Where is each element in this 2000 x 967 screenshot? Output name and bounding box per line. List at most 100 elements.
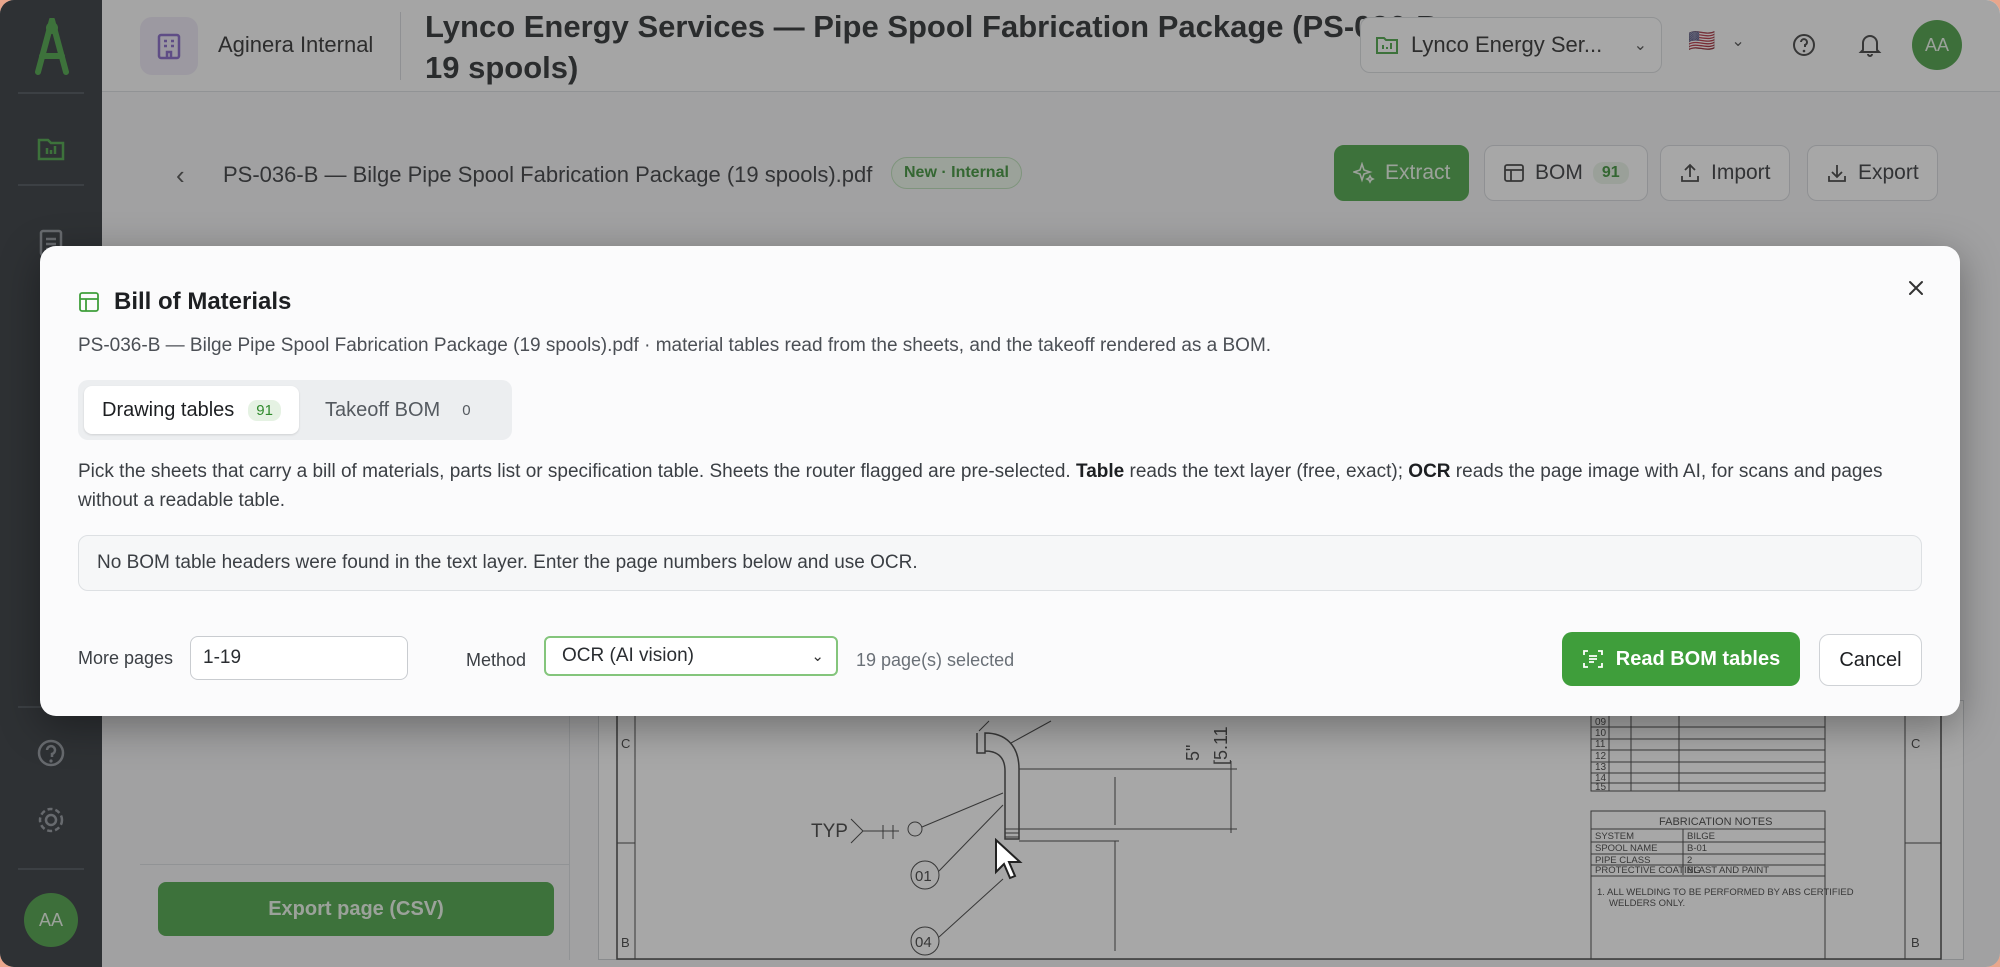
rail-divider <box>18 868 84 870</box>
notes-value: BILGE <box>1687 831 1715 842</box>
cancel-button[interactable]: Cancel <box>1819 634 1922 686</box>
table-row-number: 10 <box>1595 728 1607 739</box>
projects-icon[interactable] <box>32 130 70 168</box>
tab-takeoff-bom[interactable]: Takeoff BOM 0 <box>307 386 497 434</box>
help-icon[interactable] <box>1786 27 1822 63</box>
fabrication-note: 1. ALL WELDING TO BE PERFORMED BY ABS CE… <box>1597 887 1854 898</box>
help-icon[interactable] <box>32 734 70 772</box>
bell-icon[interactable] <box>1852 27 1888 63</box>
dimension-label: 5" <box>1183 745 1203 761</box>
mouse-cursor-icon <box>995 838 1023 880</box>
help-text: Pick the sheets that carry a bill of mat… <box>78 457 1928 515</box>
dialog-controls: More pages Method OCR (AI vision) ⌄ 19 p… <box>78 632 1922 692</box>
import-button[interactable]: Import <box>1660 145 1790 201</box>
import-button-label: Import <box>1711 161 1771 184</box>
rail-divider <box>18 184 84 186</box>
dialog-title: Bill of Materials <box>114 288 292 315</box>
drawing-sheet: C B C B 5" [5.11 TYP 01 04 09 10 11 12 1… <box>616 707 1942 960</box>
table-icon <box>1504 164 1524 182</box>
us-flag-icon: 🇺🇸 <box>1688 28 1716 53</box>
settings-gear-icon[interactable] <box>32 801 70 839</box>
border-letter: C <box>1911 736 1920 751</box>
tab-label: Takeoff BOM <box>324 398 441 421</box>
method-select-value: OCR (AI vision) <box>562 645 694 666</box>
dialog-tabs: Drawing tables 91 Takeoff BOM 0 <box>78 380 512 440</box>
bom-count-badge: 91 <box>1592 162 1629 184</box>
user-avatar[interactable]: AA <box>1912 20 1962 70</box>
page-list-panel: Export page (CSV) <box>140 700 570 960</box>
client-selector[interactable]: Lynco Energy Ser... ⌄ <box>1360 17 1662 73</box>
chevron-down-icon: ⌄ <box>811 648 824 665</box>
export-button[interactable]: Export <box>1807 145 1938 201</box>
notes-value: B-01 <box>1687 843 1707 854</box>
sparkle-icon <box>1353 162 1375 184</box>
table-row-number: 13 <box>1595 762 1607 773</box>
topbar-divider <box>400 12 401 80</box>
selected-pages-count: 19 page(s) selected <box>856 650 1015 670</box>
document-file-name: PS-036-B — Bilge Pipe Spool Fabrication … <box>223 162 873 187</box>
extract-button-label: Extract <box>1385 161 1451 184</box>
upload-icon <box>1681 163 1699 182</box>
top-bar: Aginera Internal Lynco Energy Services —… <box>102 0 2000 92</box>
chevron-down-icon: ⌄ <box>1731 33 1745 50</box>
notes-key: SYSTEM <box>1595 831 1634 842</box>
tab-count-badge: 91 <box>248 399 281 421</box>
bom-button[interactable]: BOM 91 <box>1484 145 1648 201</box>
callout-balloon: 01 <box>915 868 932 885</box>
scan-text-icon <box>1582 650 1603 668</box>
dimension-label: [5.11 <box>1211 726 1231 765</box>
organization-building-icon[interactable] <box>140 17 198 75</box>
chevron-down-icon: ⌄ <box>1633 37 1647 54</box>
page-title: Lynco Energy Services — Pipe Spool Fabri… <box>425 9 1448 85</box>
notice-box: No BOM table headers were found in the t… <box>78 535 1922 591</box>
fabrication-note: WELDERS ONLY. <box>1609 898 1685 909</box>
drawing-viewer[interactable]: C B C B 5" [5.11 TYP 01 04 09 10 11 12 1… <box>598 700 1964 960</box>
fabrication-notes-table: SYSTEM BILGE SPOOL NAME B-01 PIPE CLASS … <box>1595 831 1854 909</box>
table-row-number: 11 <box>1595 739 1606 750</box>
fabrication-notes-title: FABRICATION NOTES <box>1659 816 1772 828</box>
table-row-number: 15 <box>1595 782 1607 793</box>
client-selector-label: Lynco Energy Ser... <box>1411 32 1603 57</box>
status-badge: New · Internal <box>891 157 1022 189</box>
rail-divider <box>18 92 84 94</box>
back-chevron-icon[interactable]: ‹ <box>176 160 185 191</box>
typ-label: TYP <box>811 821 848 842</box>
border-letter: B <box>621 935 630 950</box>
read-bom-tables-button[interactable]: Read BOM tables <box>1562 632 1800 686</box>
export-button-label: Export <box>1858 161 1919 184</box>
panel-divider <box>140 864 570 865</box>
help-text-part: Pick the sheets that carry a bill of mat… <box>78 461 1076 482</box>
table-row-number: 09 <box>1595 717 1607 728</box>
tab-label: Drawing tables <box>102 398 235 421</box>
more-pages-label: More pages <box>78 648 174 668</box>
border-letter: B <box>1911 935 1920 950</box>
notes-key: SPOOL NAME <box>1595 843 1657 854</box>
folder-chart-icon <box>1376 37 1398 54</box>
border-letter: C <box>621 736 630 751</box>
close-icon[interactable] <box>1898 270 1934 306</box>
callout-balloon: 04 <box>915 934 932 951</box>
export-csv-button[interactable]: Export page (CSV) <box>158 882 554 936</box>
language-selector[interactable]: 🇺🇸 ⌄ <box>1688 28 1745 54</box>
bom-button-label: BOM <box>1535 161 1583 184</box>
app-logo-icon[interactable] <box>30 18 74 76</box>
method-label: Method <box>466 650 527 670</box>
notes-value: BLAST AND PAINT <box>1687 865 1769 876</box>
tab-count-badge: 0 <box>462 401 471 419</box>
user-avatar[interactable]: AA <box>24 893 78 947</box>
app-window: AA Aginera Internal Lynco Energy Service… <box>0 0 2000 967</box>
table-row-number: 12 <box>1595 751 1607 762</box>
help-text-table: Table <box>1076 461 1125 482</box>
notes-key: PROTECTIVE COATING <box>1595 865 1701 876</box>
method-select[interactable]: OCR (AI vision) ⌄ <box>544 636 838 676</box>
tab-drawing-tables[interactable]: Drawing tables 91 <box>84 386 299 434</box>
download-icon <box>1828 165 1846 182</box>
more-pages-input[interactable] <box>190 636 408 680</box>
help-text-part: reads the text layer (free, exact); <box>1124 461 1409 482</box>
organization-name[interactable]: Aginera Internal <box>218 32 373 58</box>
read-bom-tables-label: Read BOM tables <box>1615 647 1781 670</box>
help-text-ocr: OCR <box>1408 461 1451 482</box>
bom-dialog: Bill of Materials PS-036-B — Bilge Pipe … <box>40 246 1960 716</box>
dialog-subtitle: PS-036-B — Bilge Pipe Spool Fabrication … <box>78 335 1272 356</box>
extract-button[interactable]: Extract <box>1334 145 1470 201</box>
